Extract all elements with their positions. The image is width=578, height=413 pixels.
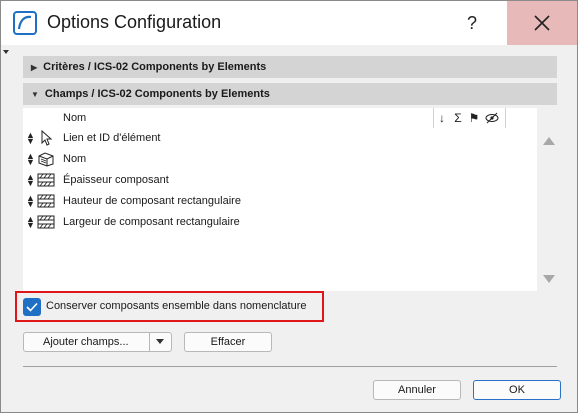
fields-list: Nom ↓ Σ ⚑ ▲ ▼ Lien et ID d'élément ▲ ▼ N… [23,108,537,291]
dropdown-caret-icon[interactable] [156,339,164,344]
archicad-logo-icon [13,11,37,35]
hatched-layers-icon [37,173,55,187]
list-item-label: Hauteur de composant rectangulaire [63,195,241,207]
flag-icon[interactable]: ⚑ [467,111,481,125]
column-separator [433,108,434,128]
options-dialog: Options Configuration ? ▶ Critères / ICS… [0,0,578,413]
expanded-triangle-icon: ▼ [31,89,39,99]
drag-handle-icon[interactable]: ▲ ▼ [26,194,35,209]
scroll-down-arrow-icon[interactable] [543,275,555,283]
clear-button[interactable]: Effacer [184,332,272,352]
hatched-layers-icon [37,194,55,208]
ok-button[interactable]: OK [473,380,561,400]
drag-handle-icon[interactable]: ▲ ▼ [26,215,35,230]
checkmark-icon [26,302,38,312]
list-item-label: Épaisseur composant [63,174,169,186]
list-item-label: Largeur de composant rectangulaire [63,216,240,228]
sum-icon[interactable]: Σ [451,111,465,125]
fields-list-header: Nom ↓ Σ ⚑ [23,108,537,128]
hidden-eye-icon[interactable] [485,111,499,125]
column-separator [505,108,506,128]
list-item[interactable]: ▲ ▼ Lien et ID d'élément [23,128,537,149]
dialog-menu-marker-icon[interactable] [3,50,9,54]
cancel-label: Annuler [398,384,436,396]
drag-handle-icon[interactable]: ▲ ▼ [26,131,35,146]
list-item-label: Lien et ID d'élément [63,132,161,144]
collapsed-triangle-icon: ▶ [31,62,38,72]
list-item-label: Nom [63,153,87,165]
list-item[interactable]: ▲ ▼ Nom [23,149,537,170]
section-criteria-label: Critères / ICS-02 Components by Elements [43,61,267,73]
window-title: Options Configuration [47,12,222,32]
ok-label: OK [509,384,525,396]
help-button[interactable]: ? [437,1,507,45]
section-fields-label: Champs / ICS-02 Components by Elements [44,88,270,100]
keep-together-label[interactable]: Conserver composants ensemble dans nomen… [46,300,306,312]
keep-together-checkbox[interactable] [23,298,41,316]
section-fields[interactable]: ▼ Champs / ICS-02 Components by Elements [23,83,557,105]
layers-cube-icon [38,152,54,167]
scroll-up-arrow-icon[interactable] [543,137,555,145]
drag-handle-icon[interactable]: ▲ ▼ [26,173,35,188]
cursor-arrow-icon [41,130,53,146]
list-item[interactable]: ▲ ▼ Épaisseur composant [23,170,537,191]
list-item[interactable]: ▲ ▼ Hauteur de composant rectangulaire [23,191,537,212]
footer-divider [23,366,557,367]
section-criteria[interactable]: ▶ Critères / ICS-02 Components by Elemen… [23,56,557,78]
close-icon [534,15,550,31]
cancel-button[interactable]: Annuler [373,380,461,400]
hatched-layers-icon [37,215,55,229]
list-item[interactable]: ▲ ▼ Largeur de composant rectangulaire [23,212,537,233]
column-header-name[interactable]: Nom [63,112,86,124]
drag-handle-icon[interactable]: ▲ ▼ [26,152,35,167]
clear-label: Effacer [210,336,246,348]
close-button[interactable] [507,1,577,45]
sort-down-arrow-icon[interactable]: ↓ [435,111,449,125]
add-fields-label: Ajouter champs... [43,336,129,348]
title-bar: Options Configuration ? [1,1,577,45]
add-fields-split-divider [149,332,150,352]
